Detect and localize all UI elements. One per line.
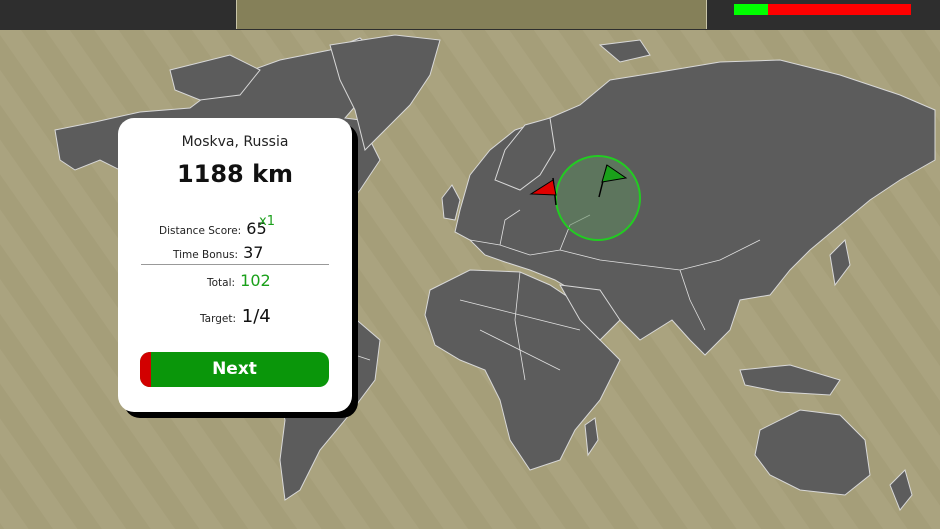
timer-bar-fill: [734, 4, 768, 15]
target-value: 1/4: [241, 306, 271, 327]
distance-score-label: Distance Score:: [159, 225, 242, 237]
time-bonus-row: Time Bonus: 37: [173, 243, 263, 262]
distance-value: 1188 km: [176, 160, 294, 188]
next-button[interactable]: Next: [140, 352, 329, 387]
total-value: 102: [240, 271, 271, 290]
target-label: Target:: [200, 313, 237, 325]
top-bar-center-panel: [236, 0, 707, 29]
time-bonus-value: 37: [243, 243, 264, 262]
score-multiplier: x1: [259, 214, 275, 229]
target-row: Target: 1/4: [200, 306, 271, 327]
total-label: Total:: [207, 277, 236, 289]
time-bonus-label: Time Bonus:: [173, 249, 238, 261]
result-card: Moskva, Russia 1188 km Distance Score: 6…: [118, 118, 352, 412]
next-button-label: Next: [212, 359, 257, 379]
distance-score-row: Distance Score: 65: [159, 219, 267, 238]
total-row: Total: 102: [207, 271, 271, 290]
timer-bar: [734, 4, 911, 15]
top-bar: [0, 0, 940, 30]
separator: [141, 264, 329, 265]
target-radius-circle: [555, 155, 641, 241]
city-name: Moskva, Russia: [181, 134, 289, 150]
